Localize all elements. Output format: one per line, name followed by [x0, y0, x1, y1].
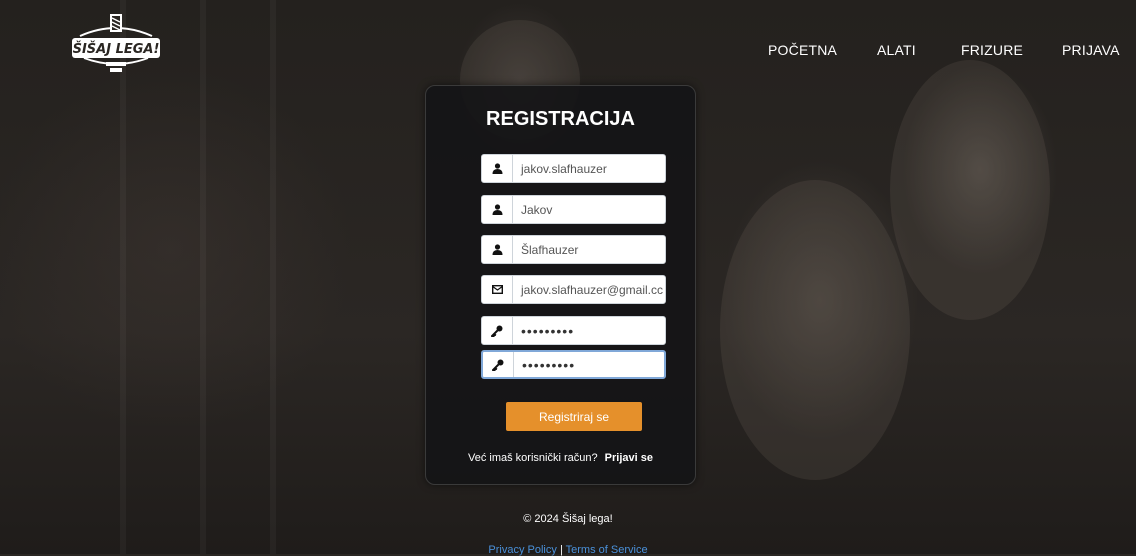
terms-of-service-link[interactable]: Terms of Service	[566, 544, 648, 556]
envelope-icon	[482, 276, 513, 303]
username-value[interactable]: jakov.slafhauzer	[513, 155, 665, 182]
privacy-policy-link[interactable]: Privacy Policy	[488, 544, 556, 556]
user-icon	[482, 236, 513, 263]
nav-item-pocetna[interactable]: POČETNA	[768, 42, 837, 58]
confirm-password-field[interactable]: •••••••••	[481, 350, 666, 379]
key-icon	[482, 317, 513, 344]
email-value[interactable]: jakov.slafhauzer@gmail.cc	[513, 276, 665, 303]
register-button[interactable]: Registriraj se	[506, 402, 642, 431]
footer-separator: |	[559, 544, 563, 556]
username-field[interactable]: jakov.slafhauzer	[481, 154, 666, 183]
login-prompt-text: Već imaš korisnički račun?	[468, 452, 598, 464]
user-icon	[482, 155, 513, 182]
registration-card: REGISTRACIJA jakov.slafhauzer Jakov Šlaf…	[425, 85, 696, 485]
email-field[interactable]: jakov.slafhauzer@gmail.cc	[481, 275, 666, 304]
footer-links: Privacy Policy | Terms of Service	[0, 544, 1136, 556]
nav-item-alati[interactable]: ALATI	[877, 42, 916, 58]
user-icon	[482, 196, 513, 223]
form-title: REGISTRACIJA	[486, 108, 635, 130]
nav-item-frizure[interactable]: FRIZURE	[961, 42, 1023, 58]
first-name-value[interactable]: Jakov	[513, 196, 665, 223]
first-name-field[interactable]: Jakov	[481, 195, 666, 224]
last-name-field[interactable]: Šlafhauzer	[481, 235, 666, 264]
key-icon	[483, 352, 514, 377]
last-name-value[interactable]: Šlafhauzer	[513, 236, 665, 263]
confirm-password-value[interactable]: •••••••••	[514, 352, 664, 377]
nav-item-prijava[interactable]: PRIJAVA	[1062, 42, 1120, 58]
main-nav: POČETNA ALATI FRIZURE PRIJAVA	[0, 42, 1136, 64]
password-field[interactable]: •••••••••	[481, 316, 666, 345]
password-value[interactable]: •••••••••	[513, 317, 665, 344]
login-link[interactable]: Prijavi se	[605, 452, 653, 464]
login-prompt-line: Već imaš korisnički račun? Prijavi se	[426, 452, 695, 464]
footer-copyright: © 2024 Šišaj lega!	[523, 513, 613, 525]
